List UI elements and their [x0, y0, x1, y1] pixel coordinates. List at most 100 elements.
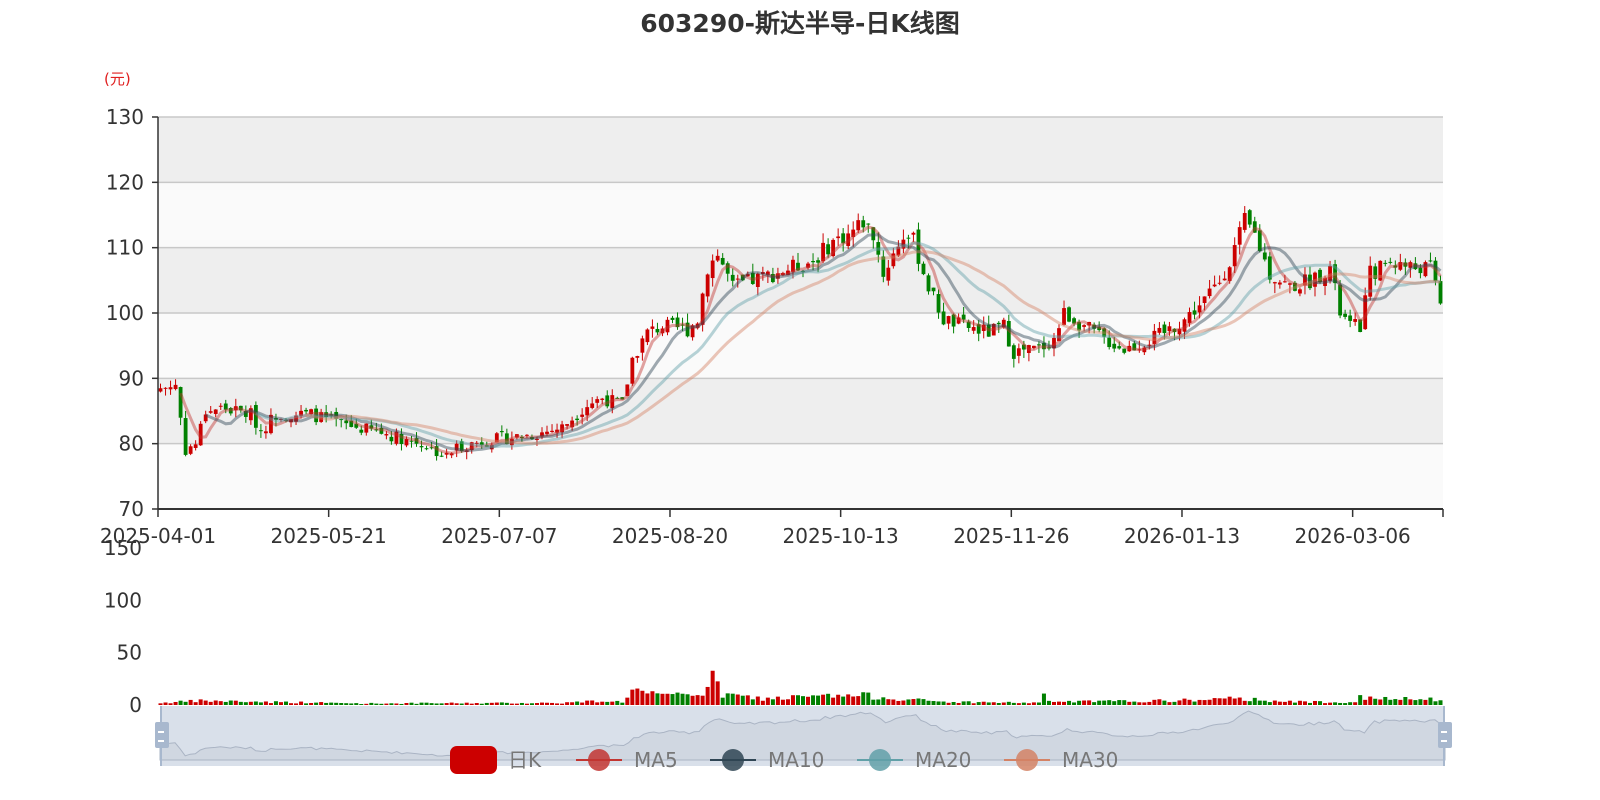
volume-bar[interactable]: [891, 699, 896, 705]
volume-bar[interactable]: [173, 701, 178, 705]
volume-bar[interactable]: [816, 695, 821, 705]
volume-bar[interactable]: [1192, 701, 1197, 705]
volume-bar[interactable]: [560, 703, 565, 705]
volume-bar[interactable]: [906, 699, 911, 705]
candle[interactable]: [575, 418, 580, 421]
volume-bar[interactable]: [319, 702, 324, 705]
candle[interactable]: [1197, 305, 1202, 313]
candle[interactable]: [1112, 343, 1117, 349]
volume-bar[interactable]: [871, 699, 876, 705]
volume-bar[interactable]: [469, 703, 474, 705]
legend-item-ma30[interactable]: MA30: [1004, 748, 1118, 772]
candle[interactable]: [946, 316, 951, 324]
volume-bar[interactable]: [690, 695, 695, 705]
volume-bar[interactable]: [444, 703, 449, 705]
volume-bar[interactable]: [1112, 701, 1117, 705]
candle[interactable]: [585, 407, 590, 416]
volume-bar[interactable]: [916, 698, 921, 705]
volume-bar[interactable]: [389, 703, 394, 705]
volume-bar[interactable]: [765, 697, 770, 705]
candle[interactable]: [168, 387, 173, 390]
volume-bar[interactable]: [1051, 701, 1056, 705]
candle[interactable]: [1162, 324, 1167, 334]
volume-bar[interactable]: [429, 703, 434, 705]
candle[interactable]: [630, 357, 635, 384]
volume-bar[interactable]: [203, 700, 208, 705]
volume-bar[interactable]: [1323, 703, 1328, 705]
volume-bar[interactable]: [1046, 700, 1051, 705]
volume-bar[interactable]: [1312, 700, 1318, 705]
volume-bar[interactable]: [670, 694, 675, 705]
data-zoom-right-handle[interactable]: [1438, 722, 1452, 748]
volume-bar[interactable]: [1292, 702, 1297, 705]
candle[interactable]: [1353, 319, 1358, 322]
volume-bar[interactable]: [233, 700, 238, 705]
volume-bar[interactable]: [1006, 701, 1011, 705]
candle[interactable]: [1438, 281, 1443, 304]
legend-item-ma10[interactable]: MA10: [710, 748, 824, 772]
candle[interactable]: [1232, 245, 1237, 267]
legend-item-ma20[interactable]: MA20: [857, 748, 971, 772]
candle[interactable]: [419, 446, 424, 448]
candle[interactable]: [996, 322, 1001, 325]
volume-bar[interactable]: [213, 700, 218, 705]
volume-bar[interactable]: [1217, 698, 1222, 705]
candle[interactable]: [1202, 296, 1207, 304]
volume-bar[interactable]: [1318, 701, 1323, 705]
candle[interactable]: [640, 338, 645, 353]
candle[interactable]: [1192, 310, 1197, 315]
volume-bar[interactable]: [449, 702, 454, 705]
candle[interactable]: [183, 418, 188, 455]
volume-bar[interactable]: [866, 692, 871, 705]
volume-bar[interactable]: [1187, 699, 1192, 705]
candle[interactable]: [926, 275, 931, 292]
candle[interactable]: [1082, 325, 1087, 327]
candle[interactable]: [816, 260, 820, 263]
volume-bar[interactable]: [404, 702, 409, 705]
candle[interactable]: [961, 314, 966, 320]
volume-bar[interactable]: [996, 703, 1001, 705]
volume-bar[interactable]: [1097, 700, 1102, 705]
candle[interactable]: [439, 455, 444, 457]
volume-bar[interactable]: [1338, 702, 1343, 705]
volume-bar[interactable]: [374, 703, 379, 705]
volume-bar[interactable]: [369, 702, 374, 705]
volume-bar[interactable]: [1011, 702, 1016, 705]
volume-bar[interactable]: [1277, 701, 1282, 705]
volume-bar[interactable]: [1343, 703, 1348, 705]
candle[interactable]: [1222, 278, 1227, 281]
candle[interactable]: [208, 411, 213, 413]
volume-bar[interactable]: [344, 703, 349, 705]
volume-bar[interactable]: [434, 703, 439, 705]
candle[interactable]: [730, 274, 735, 281]
volume-bar[interactable]: [1433, 701, 1438, 705]
volume-bar[interactable]: [1333, 702, 1338, 705]
candle[interactable]: [264, 431, 268, 434]
volume-bar[interactable]: [1232, 698, 1237, 705]
volume-bar[interactable]: [1242, 700, 1247, 705]
volume-bar[interactable]: [665, 693, 670, 705]
volume-bar[interactable]: [1212, 698, 1217, 705]
volume-bar[interactable]: [976, 702, 981, 705]
volume-bar[interactable]: [459, 703, 464, 705]
candle[interactable]: [158, 388, 163, 392]
candle[interactable]: [1212, 284, 1217, 287]
volume-bar[interactable]: [1222, 698, 1227, 705]
volume-bar[interactable]: [514, 703, 519, 705]
volume-bar[interactable]: [208, 701, 213, 705]
candle[interactable]: [886, 267, 891, 281]
volume-bar[interactable]: [946, 702, 951, 705]
candle[interactable]: [258, 430, 263, 432]
candle[interactable]: [755, 273, 760, 287]
volume-bar[interactable]: [1227, 696, 1232, 705]
volume-bar[interactable]: [1328, 702, 1333, 705]
volume-bar[interactable]: [836, 694, 841, 705]
volume-bar[interactable]: [620, 702, 625, 705]
volume-bar[interactable]: [1297, 700, 1302, 705]
volume-bar[interactable]: [454, 703, 459, 705]
candle[interactable]: [1348, 315, 1353, 321]
volume-bar[interactable]: [1307, 702, 1312, 705]
candle[interactable]: [545, 431, 549, 434]
volume-bar[interactable]: [198, 699, 203, 705]
volume-bar[interactable]: [896, 700, 901, 705]
